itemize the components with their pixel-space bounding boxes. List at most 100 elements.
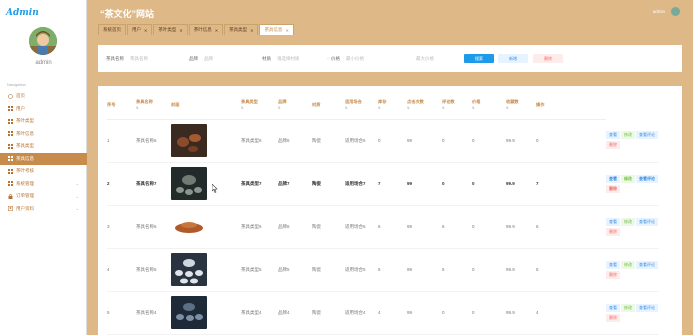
view-comments-button[interactable]: 查看评论	[636, 260, 658, 269]
min-price-input[interactable]: 最小价格	[346, 56, 364, 61]
row-delete-button[interactable]: 删除	[606, 313, 620, 322]
table-row[interactable]: 4 茶具名称5 茶具类型5 品牌5 陶瓷 适用场合5 5 99 5 0 99.9 5 查看 修改 查看评论删…	[107, 248, 659, 292]
close-icon[interactable]: ✕	[144, 28, 147, 33]
add-button[interactable]: 新增	[498, 54, 528, 63]
row-delete-button[interactable]: 删除	[606, 227, 620, 236]
cover-image	[171, 291, 241, 335]
view-button[interactable]: 查看	[606, 174, 620, 183]
material-select[interactable]: 请选择材质	[277, 56, 300, 61]
avatar[interactable]	[29, 27, 57, 55]
sort-icon[interactable]: ⇅	[407, 106, 442, 110]
header-username[interactable]: admin	[653, 9, 665, 14]
table-row[interactable]: 5 茶具名称4 茶具类型4 品牌4 陶瓷 适用场合4 4 99 0 0 99.9 4 查看 修改 查看评论删…	[107, 291, 659, 335]
sidebar-item-6[interactable]: 茶叶考核	[0, 165, 87, 178]
cover-image	[171, 205, 241, 249]
sidebar-item-8[interactable]: 订单管理 ⌄	[0, 190, 87, 203]
header-avatar[interactable]	[671, 7, 680, 16]
tab-2[interactable]: 茶叶类型 ✕	[153, 24, 188, 35]
sort-icon[interactable]: ⇅	[278, 106, 312, 110]
tab-4[interactable]: 茶具类型 ✕	[224, 24, 259, 35]
tab-3[interactable]: 茶叶信息 ✕	[188, 24, 224, 35]
table-cell: 3	[107, 205, 136, 249]
view-button[interactable]: 查看	[606, 217, 620, 226]
view-comments-button[interactable]: 查看评论	[636, 131, 658, 140]
column-header[interactable]: 收藏数 ⇅	[506, 91, 536, 120]
table-cell: 茶具名称6	[136, 205, 171, 249]
table-cell: 5	[107, 291, 136, 335]
column-header[interactable]: 库存 ⇅	[378, 91, 407, 120]
sidebar-item-4[interactable]: 茶具类型	[0, 140, 87, 153]
column-header[interactable]: 品牌 ⇅	[278, 91, 312, 120]
chevron-down-icon: ⌄	[75, 206, 79, 212]
table-cell: 适用场合6	[345, 119, 378, 163]
sort-icon[interactable]: ⇅	[442, 106, 472, 110]
edit-button[interactable]: 修改	[621, 174, 635, 183]
view-button[interactable]: 查看	[606, 260, 620, 269]
row-delete-button[interactable]: 删除	[606, 270, 620, 279]
column-header[interactable]: 评论数 ⇅	[442, 91, 472, 120]
column-header-label: 茶具名称	[136, 99, 153, 105]
table-cell: 茶具类型4	[241, 291, 278, 335]
sort-icon[interactable]: ⇅	[378, 106, 407, 110]
sidebar-item-1[interactable]: 用户	[0, 103, 87, 116]
view-comments-button[interactable]: 查看评论	[636, 217, 658, 226]
table-cell: 陶瓷	[312, 248, 345, 292]
edit-button[interactable]: 修改	[621, 131, 635, 140]
table-row[interactable]: 1 茶具名称6 茶具类型6 品牌6 陶瓷 适用场合6 0 99 0 0 99.9 0 查看 修改 查看评论删…	[107, 119, 659, 163]
view-comments-button[interactable]: 查看评论	[636, 174, 658, 183]
row-actions: 查看 修改 查看评论删除	[606, 205, 659, 249]
sort-icon[interactable]: ⇅	[345, 106, 378, 110]
view-button[interactable]: 查看	[606, 131, 620, 140]
sort-icon[interactable]: ⇅	[241, 106, 278, 110]
sort-icon[interactable]: ⇅	[472, 106, 506, 110]
view-button[interactable]: 查看	[606, 303, 620, 312]
filter-brand: 品牌 品牌	[189, 56, 213, 61]
table-cell: 茶具名称4	[136, 291, 171, 335]
column-header[interactable]: 价格 ⇅	[472, 91, 506, 120]
column-header[interactable]: 茶具名称 ⇅	[136, 91, 171, 120]
sidebar-item-2[interactable]: 茶叶类型	[0, 115, 87, 128]
tab-5[interactable]: 茶具信息 ✕	[259, 24, 294, 35]
edit-button[interactable]: 修改	[621, 303, 635, 312]
close-icon[interactable]: ✕	[285, 28, 288, 33]
table-cell: 6	[378, 205, 407, 249]
lock-icon	[8, 193, 13, 199]
close-icon[interactable]: ✕	[250, 28, 253, 33]
edit-button[interactable]: 修改	[621, 217, 635, 226]
sort-icon[interactable]: ⇅	[136, 106, 171, 110]
sidebar-item-0[interactable]: 首页	[0, 90, 87, 103]
sidebar-item-label: 系统管理	[16, 180, 34, 186]
table-cell: 茶具类型6	[241, 205, 278, 249]
column-header[interactable]: 茶具类型 ⇅	[241, 91, 278, 120]
tab-0[interactable]: 系统首页	[98, 24, 126, 35]
search-button[interactable]: 搜索	[464, 54, 494, 63]
column-header[interactable]: 适用场合 ⇅	[345, 91, 378, 120]
delete-button[interactable]: 删除	[533, 54, 563, 63]
grid-icon	[8, 118, 13, 124]
sidebar-item-3[interactable]: 茶叶信息	[0, 128, 87, 141]
tab-1[interactable]: 用户 ✕	[127, 24, 153, 35]
edit-button[interactable]: 修改	[621, 260, 635, 269]
close-icon[interactable]: ✕	[215, 28, 218, 33]
max-price-input[interactable]: 最大价格	[410, 56, 434, 62]
table-cell: 99.9	[506, 119, 536, 163]
row-delete-button[interactable]: 删除	[606, 184, 620, 193]
column-header-label: 品牌	[278, 99, 287, 105]
table-row[interactable]: 3 茶具名称6 茶具类型6 品牌6 陶瓷 适用场合6 6 99 6 0 99.9 6 查看 修改 查看评论删…	[107, 205, 659, 249]
column-header-label: 评论数	[442, 99, 455, 105]
brand-input[interactable]: 品牌	[204, 56, 213, 61]
table-cell: 茶具类型7	[241, 162, 278, 206]
close-icon[interactable]: ✕	[179, 28, 182, 33]
sidebar-item-7[interactable]: 系统管理 ⌄	[0, 178, 87, 191]
sort-icon[interactable]: ⇅	[506, 106, 536, 110]
sidebar-item-label: 订单管理	[16, 193, 34, 199]
sidebar-item-5[interactable]: 茶具信息	[0, 152, 87, 165]
sidebar-item-9[interactable]: 用户资料 ⌄	[0, 203, 87, 216]
table-row[interactable]: 2 茶具名称7 茶具类型7 品牌7 陶瓷 适用场合7 7 99 0 0 99.9 7 查看 修改 查看评论删…	[107, 162, 659, 206]
table-cell: 0	[472, 248, 506, 292]
column-header[interactable]: 点击次数 ⇅	[407, 91, 442, 120]
view-comments-button[interactable]: 查看评论	[636, 303, 658, 312]
name-input[interactable]: 茶具名称	[130, 56, 148, 61]
row-delete-button[interactable]: 删除	[606, 141, 620, 150]
table-cell: 99	[407, 248, 442, 292]
